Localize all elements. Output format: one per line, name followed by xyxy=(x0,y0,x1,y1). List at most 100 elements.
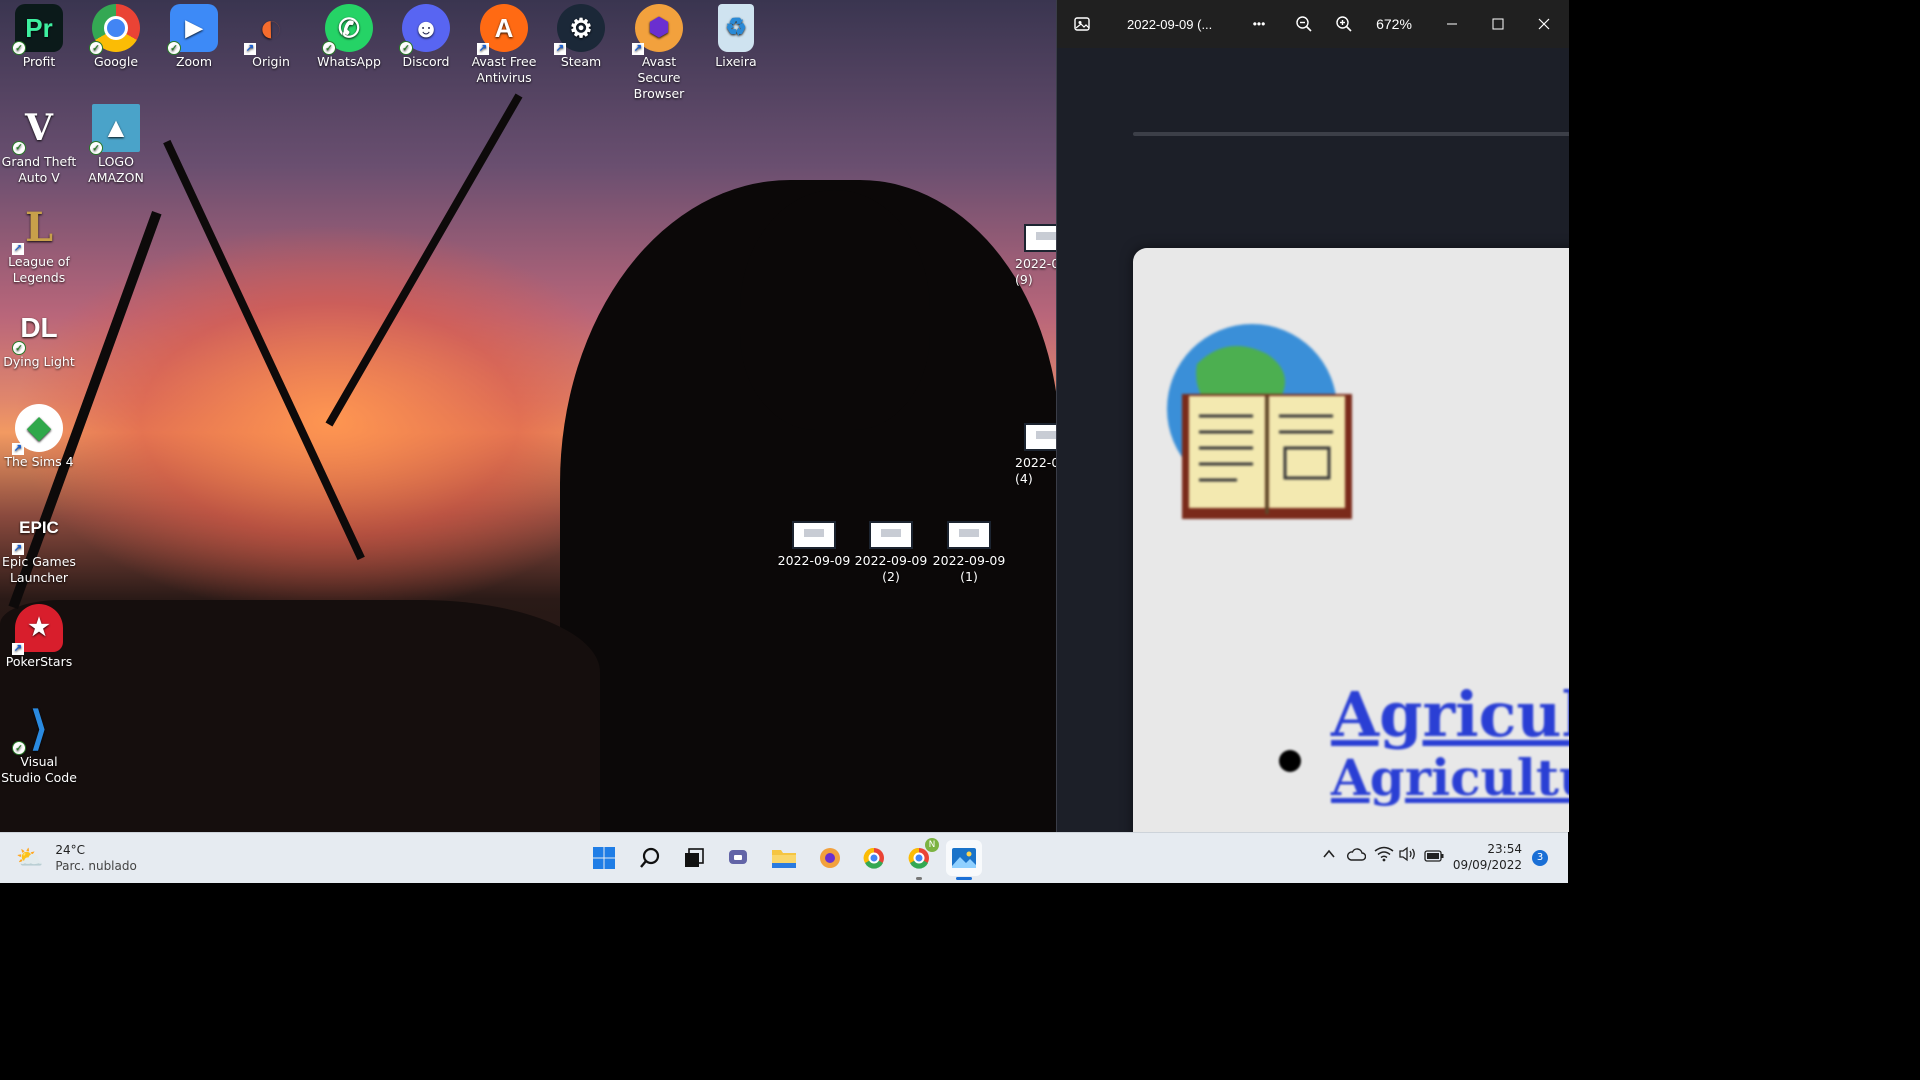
desktop-file-screenshot[interactable]: 2022-09 (4) xyxy=(1008,417,1056,487)
desktop-icon-logo-amazon[interactable]: ▲ ✓ LOGO AMAZON xyxy=(77,100,155,186)
clock-time: 23:54 xyxy=(1487,842,1522,856)
desktop-icon-recycle-bin[interactable]: ♻ Lixeira xyxy=(697,0,775,70)
desktop-icon-label: LOGO AMAZON xyxy=(88,154,144,185)
steam-icon: ⚙ ↗ xyxy=(554,4,605,55)
desktop-icon-zoom[interactable]: ▶ ✓ Zoom xyxy=(155,0,233,70)
desktop-icon-avast-antivirus[interactable]: A ↗ Avast Free Antivirus xyxy=(465,0,543,86)
desktop-icon-google[interactable]: ✓ Google xyxy=(77,0,155,70)
desktop-icon-label: PokerStars xyxy=(5,654,73,669)
desktop-icon-dying-light[interactable]: DL ✓ Dying Light xyxy=(0,300,78,370)
desktop-file-screenshot[interactable]: 2022-09 (9) xyxy=(1008,218,1056,288)
viewer-image-canvas[interactable]: Agricult Agriculture xyxy=(1057,48,1569,832)
image-file-icon: ▲ ✓ xyxy=(89,104,140,155)
onedrive-cloud-icon[interactable] xyxy=(1346,847,1367,865)
premiere-pro-icon: Pr ✓ xyxy=(12,4,63,55)
desktop-icon-label: The Sims 4 xyxy=(4,454,74,469)
viewer-file-title: 2022-09-09 (... xyxy=(1127,16,1213,32)
wallpaper-head-silhouette xyxy=(740,190,930,430)
desktop-icon-label: WhatsApp xyxy=(317,54,381,69)
desktop-icon-origin[interactable]: ◐ ↗ Origin xyxy=(232,0,310,70)
battery-icon[interactable] xyxy=(1424,848,1444,866)
chrome-icon: ✓ xyxy=(89,4,140,55)
profile-badge: N xyxy=(925,838,939,852)
desktop-icon-gta-v[interactable]: V ✓ Grand Theft Auto V xyxy=(0,100,78,186)
desktop-icon-sims-4[interactable]: ◆ ↗ The Sims 4 xyxy=(0,400,78,470)
desktop-icon-label: 2022-09 (4) xyxy=(1015,455,1056,486)
wallpaper-plant xyxy=(325,93,523,427)
desktop-icon-label: Zoom xyxy=(175,54,213,69)
desktop-icon-label: League of Legends xyxy=(8,254,70,285)
wallpaper-plant xyxy=(163,139,365,561)
desktop-icon-label: Steam xyxy=(560,54,602,69)
desktop-icon-discord[interactable]: ☻ ✓ Discord xyxy=(387,0,465,70)
desktop-file-screenshot[interactable]: 2022-09-09 (2) xyxy=(852,515,930,585)
start-button[interactable] xyxy=(586,840,622,876)
weather-widget[interactable]: ⛅ 24°C Parc. nublado xyxy=(16,841,137,875)
search-icon[interactable] xyxy=(632,840,668,876)
show-hidden-icons-chevron-icon[interactable] xyxy=(1322,847,1336,865)
desktop-icon-label: 2022-09-09 (2) xyxy=(854,553,928,584)
photo-viewer-window[interactable]: 2022-09-09 (... ••• 672% Agricu Agricult xyxy=(1056,0,1569,832)
desktop-icon-steam[interactable]: ⚙ ↗ Steam xyxy=(542,0,620,70)
recycle-bin-icon: ♻ xyxy=(718,4,754,52)
photos-app-icon xyxy=(1069,0,1095,48)
desktop-icon-whatsapp[interactable]: ✆ ✓ WhatsApp xyxy=(310,0,388,70)
viewer-titlebar[interactable]: 2022-09-09 (... ••• 672% xyxy=(1057,0,1569,48)
desktop-icon-label: 2022-09-09 (1) xyxy=(932,553,1006,584)
desktop-icon-label: Origin xyxy=(252,54,290,69)
zoom-in-icon[interactable] xyxy=(1329,0,1359,48)
origin-icon: ◐ ↗ xyxy=(244,6,284,55)
desktop-icon-epic-games[interactable]: EPIC ↗ Epic Games Launcher xyxy=(0,500,78,586)
image-divider-line xyxy=(1133,132,1569,136)
desktop-file-screenshot[interactable]: 2022-09-09 xyxy=(775,515,853,569)
image-file-icon xyxy=(869,521,913,549)
taskbar: ⛅ 24°C Parc. nublado N 23:54 09/09/2022 … xyxy=(0,832,1568,883)
list-bullet xyxy=(1279,750,1301,772)
desktop-icon-label: Discord xyxy=(402,54,450,69)
photos-app-icon[interactable] xyxy=(946,840,982,880)
desktop-icon-label: Grand Theft Auto V xyxy=(1,154,77,185)
globe-book-icon xyxy=(1157,324,1357,524)
avast-secure-browser-icon[interactable] xyxy=(812,840,848,876)
desktop-icon-avast-secure-browser[interactable]: ⬢ ↗ Avast Secure Browser xyxy=(620,0,698,102)
image-file-icon xyxy=(1024,224,1056,252)
desktop-icon-label: 2022-09 (9) xyxy=(1015,256,1056,287)
task-view-icon[interactable] xyxy=(676,840,712,876)
close-button[interactable] xyxy=(1527,0,1561,48)
desktop-file-screenshot[interactable]: 2022-09-09 (1) xyxy=(930,515,1008,585)
desktop-icon-pokerstars[interactable]: ★ ↗ PokerStars xyxy=(0,600,78,670)
image-file-icon xyxy=(1024,423,1056,451)
desktop-icon-league-of-legends[interactable]: L ↗ League of Legends xyxy=(0,200,78,286)
zoom-icon: ▶ ✓ xyxy=(167,4,218,55)
volume-icon[interactable] xyxy=(1398,846,1418,866)
chrome-icon[interactable] xyxy=(856,840,892,876)
chrome-profile-icon[interactable]: N xyxy=(901,838,939,880)
more-options-button[interactable]: ••• xyxy=(1243,0,1275,48)
desktop-icon-label: Profit xyxy=(22,54,56,69)
desktop-icon-label: Avast Free Antivirus xyxy=(471,54,537,85)
file-explorer-icon[interactable] xyxy=(766,840,802,876)
clock[interactable]: 23:54 09/09/2022 xyxy=(1446,841,1522,873)
desktop-icon-label: Avast Secure Browser xyxy=(633,54,685,101)
weather-description: Parc. nublado xyxy=(55,859,137,873)
gta-v-icon: V ✓ xyxy=(12,104,63,155)
desktop-icon-label: 2022-09-09 xyxy=(777,553,851,568)
discord-icon: ☻ ✓ xyxy=(399,4,450,55)
vscode-icon: ⟩ ✓ xyxy=(12,704,63,755)
windows-icon xyxy=(593,847,615,869)
desktop-icon-profit[interactable]: Pr ✓ Profit xyxy=(0,0,78,70)
desktop-icon-label: Lixeira xyxy=(715,54,757,69)
minimize-button[interactable] xyxy=(1435,0,1469,48)
image-file-icon xyxy=(792,521,836,549)
league-of-legends-icon: L ↗ xyxy=(12,204,54,255)
wifi-icon[interactable] xyxy=(1374,846,1394,866)
running-indicator xyxy=(916,877,922,880)
desktop-icon-vscode[interactable]: ⟩ ✓ Visual Studio Code xyxy=(0,700,78,786)
zoom-level[interactable]: 672% xyxy=(1369,0,1419,48)
zoom-out-icon[interactable] xyxy=(1289,0,1319,48)
notification-count-badge[interactable]: 3 xyxy=(1532,850,1548,866)
image-link-text: Agricult xyxy=(1331,678,1569,751)
teams-chat-icon[interactable] xyxy=(721,840,757,876)
clock-date: 09/09/2022 xyxy=(1452,858,1522,872)
maximize-button[interactable] xyxy=(1481,0,1515,48)
